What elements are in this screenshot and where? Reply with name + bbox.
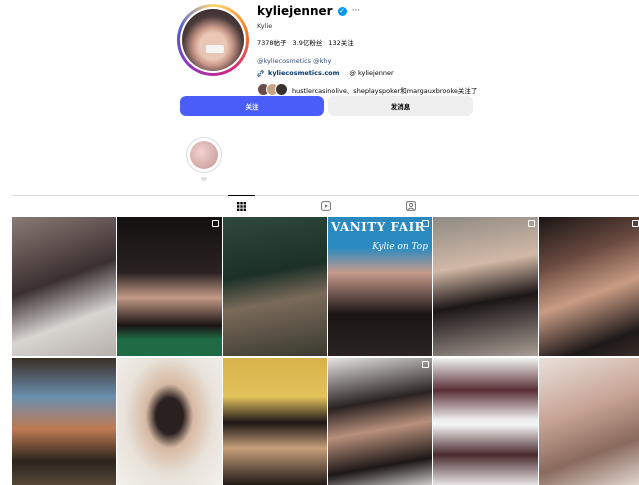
follower-avatar — [275, 83, 288, 96]
post-thumbnail[interactable] — [539, 358, 639, 485]
full-name: Kylie — [257, 22, 273, 30]
post-thumbnail[interactable] — [223, 217, 327, 356]
post-thumbnail[interactable] — [539, 217, 639, 356]
carousel-icon — [528, 220, 535, 227]
posts-grid: VANITY FAIR Kylie on Top — [12, 217, 639, 485]
cover-title: VANITY FAIR — [331, 220, 426, 234]
bio-mentions[interactable]: @kyliecosmetics @khy — [257, 57, 577, 65]
username: kyliejenner — [257, 4, 333, 18]
post-thumbnail[interactable] — [117, 358, 222, 485]
carousel-icon — [632, 220, 639, 227]
grid-icon — [236, 201, 246, 211]
carousel-icon — [212, 220, 219, 227]
profile-header: kyliejenner ✓ ··· Kylie 7378帖子 3.9亿粉丝 13… — [257, 2, 577, 96]
post-thumbnail[interactable] — [12, 217, 116, 356]
follow-button[interactable]: 关注 — [180, 96, 324, 116]
carousel-icon — [422, 220, 429, 227]
threads-icon: @ — [349, 69, 356, 77]
highlight-cover — [190, 141, 218, 169]
post-thumbnail[interactable] — [328, 358, 432, 485]
threads-handle: kyliejenner — [358, 69, 394, 77]
profile-stats: 7378帖子 3.9亿粉丝 132关注 — [257, 37, 577, 47]
followed-by-text: hustlercasinolive、sheplayspoker和margauxb… — [292, 86, 478, 95]
profile-avatar[interactable] — [177, 4, 249, 76]
more-options-icon[interactable]: ··· — [352, 6, 361, 16]
tabs-divider — [12, 195, 639, 196]
cover-headline: Kylie on Top — [372, 242, 428, 252]
story-highlight[interactable] — [186, 137, 222, 173]
following-count[interactable]: 132关注 — [328, 37, 353, 47]
external-link[interactable]: kyliecosmetics.com — [268, 69, 339, 77]
tab-posts[interactable] — [234, 199, 248, 213]
avatar — [182, 9, 244, 71]
post-thumbnail[interactable] — [433, 217, 538, 356]
reels-icon — [321, 201, 331, 211]
post-thumbnail[interactable] — [117, 217, 222, 356]
carousel-icon — [422, 361, 429, 368]
tagged-icon — [406, 201, 416, 211]
followers-count[interactable]: 3.9亿粉丝 — [293, 37, 323, 47]
post-thumbnail[interactable] — [12, 358, 116, 485]
tab-tagged[interactable] — [404, 199, 418, 213]
highlight-label: 🤍 — [200, 177, 208, 183]
tab-reels[interactable] — [319, 199, 333, 213]
post-thumbnail[interactable]: VANITY FAIR Kylie on Top — [328, 217, 432, 356]
active-tab-indicator — [228, 195, 255, 196]
post-thumbnail[interactable] — [433, 358, 538, 485]
threads-link[interactable]: @ kyliejenner — [349, 69, 393, 77]
verified-badge-icon: ✓ — [337, 6, 347, 16]
link-icon — [257, 69, 264, 77]
message-button[interactable]: 发消息 — [328, 96, 473, 116]
post-thumbnail[interactable] — [223, 358, 327, 485]
followed-by[interactable]: hustlercasinolive、sheplayspoker和margauxb… — [257, 83, 577, 96]
posts-count: 7378帖子 — [257, 39, 287, 47]
